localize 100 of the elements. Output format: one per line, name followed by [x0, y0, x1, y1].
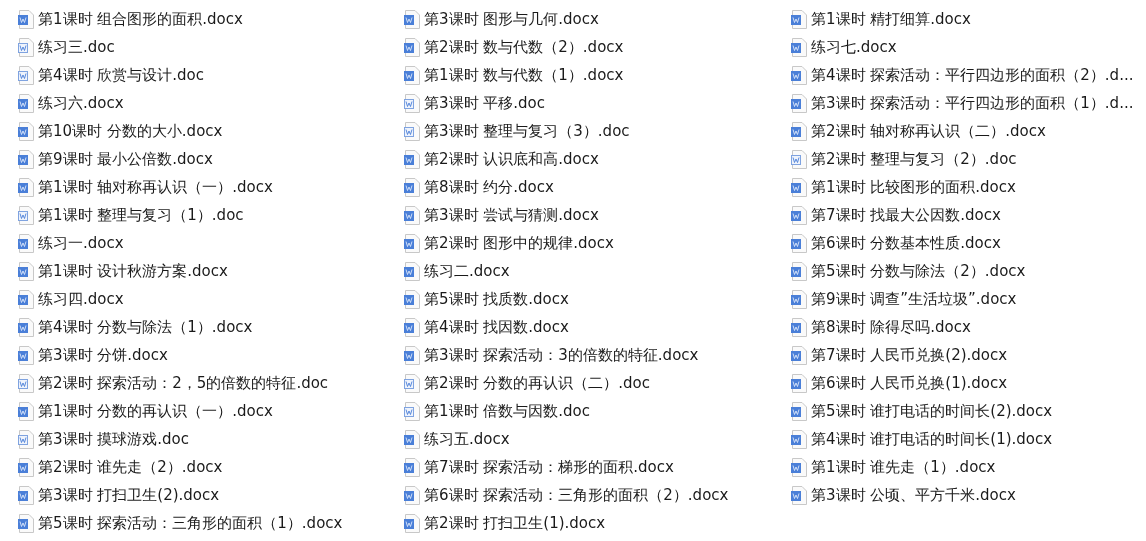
file-name: 第4课时 找因数.docx [424, 317, 569, 337]
word-document-icon [791, 317, 807, 337]
file-name: 第3课时 平移.doc [424, 93, 546, 113]
file-name: 练习四.docx [38, 289, 124, 309]
file-item[interactable]: 第1课时 比较图形的面积.docx [791, 173, 1016, 201]
file-item[interactable]: 第4课时 谁打电话的时间长(1).docx [791, 425, 1053, 453]
word-document-icon [404, 457, 420, 477]
file-item[interactable]: 第2课时 轴对称再认识（二）.docx [791, 117, 1046, 145]
file-item[interactable]: 第2课时 认识底和高.docx [404, 145, 599, 173]
file-name: 第1课时 精打细算.docx [811, 9, 971, 29]
file-name: 第10课时 分数的大小.docx [38, 121, 223, 141]
file-item[interactable]: 第3课时 探索活动：平行四边形的面积（1）.d... [791, 89, 1134, 117]
file-item[interactable]: 练习三.doc [18, 33, 115, 61]
word-document-icon [18, 485, 34, 505]
file-item[interactable]: 第3课时 摸球游戏.doc [18, 425, 190, 453]
file-name: 第3课时 公顷、平方千米.docx [811, 485, 1016, 505]
word-document-icon [18, 65, 34, 85]
file-item[interactable]: 第6课时 探索活动：三角形的面积（2）.docx [404, 481, 729, 509]
file-item[interactable]: 第1课时 数与代数（1）.docx [404, 61, 624, 89]
file-name: 第1课时 整理与复习（1）.doc [38, 205, 244, 225]
file-item[interactable]: 第3课时 分饼.docx [18, 341, 168, 369]
file-item[interactable]: 第1课时 谁先走（1）.docx [791, 453, 996, 481]
word-document-icon [18, 37, 34, 57]
file-item[interactable]: 第5课时 探索活动：三角形的面积（1）.docx [18, 509, 343, 537]
file-item[interactable]: 第1课时 精打细算.docx [791, 5, 971, 33]
file-item[interactable]: 第1课时 设计秋游方案.docx [18, 257, 228, 285]
file-item[interactable]: 练习七.docx [791, 33, 897, 61]
word-document-icon [791, 345, 807, 365]
file-item[interactable]: 第3课时 平移.doc [404, 89, 546, 117]
file-name: 第4课时 谁打电话的时间长(1).docx [811, 429, 1053, 449]
file-item[interactable]: 第6课时 人民币兑换(1).docx [791, 369, 1008, 397]
file-item[interactable]: 第5课时 分数与除法（2）.docx [791, 257, 1026, 285]
file-item[interactable]: 第6课时 分数基本性质.docx [791, 229, 1001, 257]
file-name: 第1课时 数与代数（1）.docx [424, 65, 624, 85]
file-item[interactable]: 第3课时 图形与几何.docx [404, 5, 599, 33]
file-item[interactable]: 第2课时 探索活动：2，5的倍数的特征.doc [18, 369, 329, 397]
file-item[interactable]: 第10课时 分数的大小.docx [18, 117, 223, 145]
word-document-icon [18, 401, 34, 421]
file-name: 第2课时 整理与复习（2）.doc [811, 149, 1017, 169]
file-item[interactable]: 第3课时 尝试与猜测.docx [404, 201, 599, 229]
file-item[interactable]: 第9课时 最小公倍数.docx [18, 145, 213, 173]
file-name: 第3课时 整理与复习（3）.doc [424, 121, 630, 141]
file-name: 第2课时 探索活动：2，5的倍数的特征.doc [38, 373, 329, 393]
word-document-icon [404, 373, 420, 393]
file-item[interactable]: 第2课时 分数的再认识（二）.doc [404, 369, 651, 397]
file-item[interactable]: 第4课时 找因数.docx [404, 313, 569, 341]
file-item[interactable]: 第1课时 轴对称再认识（一）.docx [18, 173, 273, 201]
file-name: 第6课时 分数基本性质.docx [811, 233, 1001, 253]
word-document-icon [18, 177, 34, 197]
file-item[interactable]: 第3课时 整理与复习（3）.doc [404, 117, 630, 145]
file-item[interactable]: 第2课时 谁先走（2）.docx [18, 453, 223, 481]
word-document-icon [791, 93, 807, 113]
file-item[interactable]: 第4课时 探索活动：平行四边形的面积（2）.d... [791, 61, 1134, 89]
file-item[interactable]: 第8课时 约分.docx [404, 173, 554, 201]
file-item[interactable]: 第7课时 探索活动：梯形的面积.docx [404, 453, 674, 481]
file-item[interactable]: 第9课时 调查”生活垃圾”.docx [791, 285, 1017, 313]
file-item[interactable]: 练习六.docx [18, 89, 124, 117]
file-name: 第5课时 谁打电话的时间长(2).docx [811, 401, 1053, 421]
file-item[interactable]: 第7课时 找最大公因数.docx [791, 201, 1001, 229]
file-item[interactable]: 第2课时 图形中的规律.docx [404, 229, 614, 257]
file-item[interactable]: 第1课时 整理与复习（1）.doc [18, 201, 244, 229]
file-name: 第3课时 分饼.docx [38, 345, 168, 365]
file-name: 第2课时 谁先走（2）.docx [38, 457, 223, 477]
file-name: 第9课时 调查”生活垃圾”.docx [811, 289, 1017, 309]
file-item[interactable]: 第2课时 数与代数（2）.docx [404, 33, 624, 61]
file-name: 练习三.doc [38, 37, 115, 57]
file-item[interactable]: 第3课时 打扫卫生(2).docx [18, 481, 220, 509]
file-item[interactable]: 练习二.docx [404, 257, 510, 285]
word-document-icon [791, 121, 807, 141]
file-item[interactable]: 第8课时 除得尽吗.docx [791, 313, 971, 341]
word-document-icon [18, 513, 34, 533]
file-name: 练习二.docx [424, 261, 510, 281]
word-document-icon [791, 289, 807, 309]
file-item[interactable]: 第4课时 分数与除法（1）.docx [18, 313, 253, 341]
file-item[interactable]: 第3课时 公顷、平方千米.docx [791, 481, 1016, 509]
file-item[interactable]: 第1课时 倍数与因数.doc [404, 397, 591, 425]
word-document-icon [791, 401, 807, 421]
word-document-icon [18, 429, 34, 449]
file-item[interactable]: 第5课时 找质数.docx [404, 285, 569, 313]
file-name: 第1课时 倍数与因数.doc [424, 401, 591, 421]
word-document-icon [791, 261, 807, 281]
file-item[interactable]: 第1课时 分数的再认识（一）.docx [18, 397, 273, 425]
file-name: 第3课时 打扫卫生(2).docx [38, 485, 220, 505]
word-document-icon [791, 205, 807, 225]
file-name: 第3课时 摸球游戏.doc [38, 429, 190, 449]
file-item[interactable]: 第7课时 人民币兑换(2).docx [791, 341, 1008, 369]
file-item[interactable]: 第4课时 欣赏与设计.doc [18, 61, 205, 89]
file-item[interactable]: 第1课时 组合图形的面积.docx [18, 5, 243, 33]
file-name: 第1课时 组合图形的面积.docx [38, 9, 243, 29]
file-item[interactable]: 练习四.docx [18, 285, 124, 313]
file-item[interactable]: 练习五.docx [404, 425, 510, 453]
file-item[interactable]: 第3课时 探索活动：3的倍数的特征.docx [404, 341, 699, 369]
file-name: 第2课时 打扫卫生(1).docx [424, 513, 606, 533]
file-item[interactable]: 第2课时 整理与复习（2）.doc [791, 145, 1017, 173]
file-name: 练习七.docx [811, 37, 897, 57]
file-name: 第2课时 分数的再认识（二）.doc [424, 373, 651, 393]
file-item[interactable]: 第5课时 谁打电话的时间长(2).docx [791, 397, 1053, 425]
file-item[interactable]: 第2课时 打扫卫生(1).docx [404, 509, 606, 537]
file-item[interactable]: 练习一.docx [18, 229, 124, 257]
word-document-icon [18, 373, 34, 393]
